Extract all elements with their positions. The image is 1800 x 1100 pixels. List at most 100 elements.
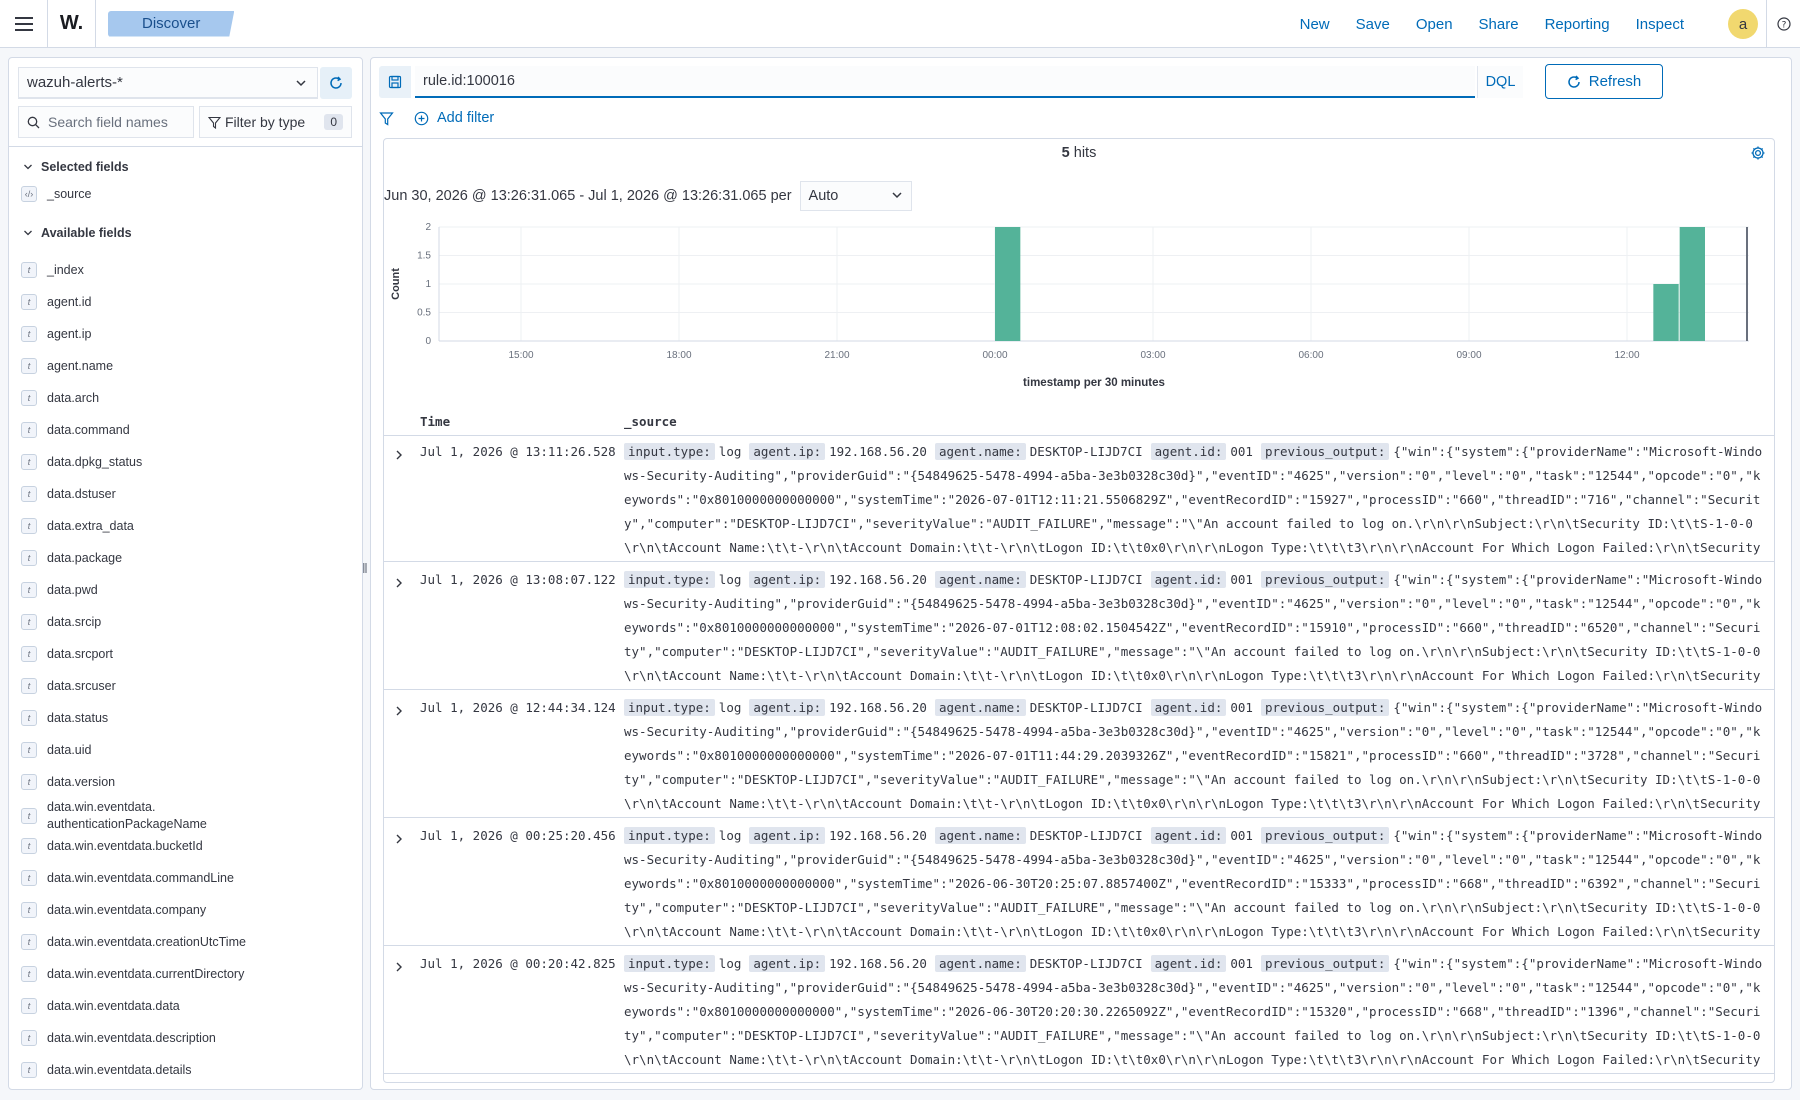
field-item[interactable]: t data.package	[21, 550, 122, 566]
column-time[interactable]: Time	[420, 414, 450, 429]
index-pattern-select[interactable]: wazuh-alerts-*	[18, 67, 318, 99]
field-item[interactable]: t data.status	[21, 710, 108, 726]
sidebar-resize-handle[interactable]: ‖	[362, 560, 368, 576]
reporting-link[interactable]: Reporting	[1545, 16, 1610, 33]
field-item[interactable]: t data.command	[21, 422, 130, 438]
chevron-down-icon	[295, 76, 307, 93]
open-link[interactable]: Open	[1416, 16, 1453, 33]
string-field-icon: t	[21, 966, 37, 982]
discover-main: DQL Refresh Add filter 5 hits Jun 30, 20…	[370, 57, 1792, 1090]
field-name: data.srcuser	[47, 679, 116, 693]
available-fields-toggle[interactable]: Available fields	[23, 226, 132, 240]
string-field-icon: t	[21, 486, 37, 502]
row-timestamp: Jul 1, 2026 @ 13:08:07.122	[420, 572, 616, 587]
saved-queries-button[interactable]	[379, 66, 411, 98]
save-link[interactable]: Save	[1356, 16, 1390, 33]
query-language-button[interactable]: DQL	[1477, 66, 1523, 98]
field-item[interactable]: t agent.ip	[21, 326, 91, 342]
field-item[interactable]: t data.arch	[21, 390, 99, 406]
field-item[interactable]: t data.version	[21, 774, 115, 790]
add-filter-label: Add filter	[437, 110, 495, 126]
selected-fields-toggle[interactable]: Selected fields	[23, 160, 129, 174]
column-source[interactable]: _source	[624, 414, 677, 429]
source-value: DESKTOP-LIJD7CI	[1029, 956, 1143, 971]
wazuh-logo[interactable]: W.	[48, 0, 96, 48]
field-item[interactable]: t data.win.eventdata.currentDirectory	[21, 966, 244, 982]
field-item[interactable]: t data.srcport	[21, 646, 113, 662]
source-value: 001	[1230, 956, 1253, 971]
field-item[interactable]: t data.win.eventdata.commandLine	[21, 870, 234, 886]
available-fields-title: Available fields	[41, 226, 132, 240]
field-item[interactable]: t data.srcip	[21, 614, 101, 630]
gear-icon[interactable]	[1750, 145, 1766, 166]
source-value: 192.168.56.20	[829, 956, 927, 971]
source-key: agent.ip:	[749, 571, 826, 588]
source-value: DESKTOP-LIJD7CI	[1029, 572, 1143, 587]
field-item[interactable]: t data.win.eventdata. authenticationPacka…	[21, 799, 207, 833]
chevron-down-icon	[24, 164, 32, 170]
expand-row-icon[interactable]	[394, 704, 404, 722]
field-item[interactable]: t data.win.eventdata.data	[21, 998, 180, 1014]
expand-row-icon[interactable]	[394, 832, 404, 850]
refresh-icon	[1568, 74, 1580, 88]
field-item[interactable]: t data.srcuser	[21, 678, 116, 694]
field-name: _source	[47, 187, 92, 201]
help-icon[interactable]: ?	[1766, 0, 1800, 48]
source-value: DESKTOP-LIJD7CI	[1029, 444, 1143, 459]
row-timestamp: Jul 1, 2026 @ 12:44:34.124	[420, 700, 616, 715]
x-tick-label: 06:00	[1298, 350, 1323, 361]
index-pattern-value: wazuh-alerts-*	[27, 74, 123, 91]
field-item[interactable]: t data.win.eventdata.description	[21, 1030, 216, 1046]
menu-icon[interactable]	[0, 0, 48, 48]
inspect-link[interactable]: Inspect	[1636, 16, 1684, 33]
filter-icon	[208, 116, 221, 129]
filter-icon[interactable]	[379, 111, 394, 126]
field-item[interactable]: t data.dpkg_status	[21, 454, 142, 470]
row-source: input.type: log agent.ip: 192.168.56.20 agen…	[624, 696, 1764, 814]
filter-by-type-button[interactable]: Filter by type 0	[199, 106, 352, 138]
field-item[interactable]: t data.uid	[21, 742, 91, 758]
refresh-button[interactable]: Refresh	[1545, 64, 1663, 99]
add-filter-button[interactable]: Add filter	[414, 110, 494, 126]
field-item[interactable]: t _index	[21, 262, 84, 278]
source-key: previous_output:	[1260, 571, 1390, 588]
new-link[interactable]: New	[1300, 16, 1330, 33]
field-item[interactable]: t data.extra_data	[21, 518, 134, 534]
source-key: input.type:	[624, 699, 715, 716]
user-avatar[interactable]: a	[1728, 9, 1758, 39]
field-name: data.command	[47, 423, 130, 437]
interval-select[interactable]: Auto	[799, 181, 912, 211]
source-key: agent.id:	[1150, 955, 1227, 972]
chart-bar	[995, 227, 1021, 341]
expand-row-icon[interactable]	[394, 576, 404, 594]
field-item-source[interactable]: ‹/› _source	[21, 186, 91, 202]
x-tick-label: 03:00	[1140, 350, 1165, 361]
field-item[interactable]: t data.win.eventdata.details	[21, 1062, 192, 1078]
field-name: data.version	[47, 775, 116, 789]
source-key: agent.id:	[1150, 443, 1227, 460]
field-item[interactable]: t data.dstuser	[21, 486, 116, 502]
source-value: 192.168.56.20	[829, 444, 927, 459]
string-field-icon: t	[21, 774, 37, 790]
y-tick-label: 1	[425, 279, 431, 290]
string-field-icon: t	[21, 294, 37, 310]
field-name: data.win.eventdata.currentDirectory	[47, 967, 245, 981]
expand-row-icon[interactable]	[394, 448, 404, 466]
field-item[interactable]: t data.win.eventdata.creationUtcTime	[21, 934, 246, 950]
field-search-input[interactable]	[48, 114, 188, 130]
table-row: Jul 1, 2026 @ 13:11:26.528 input.type: log…	[384, 436, 1774, 562]
expand-row-icon[interactable]	[394, 960, 404, 978]
breadcrumb-discover[interactable]: Discover	[108, 10, 235, 37]
refresh-index-button[interactable]	[320, 67, 352, 99]
query-input[interactable]	[423, 73, 1475, 89]
source-value: {"win":{"system":{"providerName":"Micros…	[624, 700, 1763, 811]
field-item[interactable]: t agent.name	[21, 358, 113, 374]
field-item[interactable]: t data.win.eventdata.company	[21, 902, 206, 918]
field-name: agent.name	[47, 359, 114, 373]
share-link[interactable]: Share	[1479, 16, 1519, 33]
field-item[interactable]: t agent.id	[21, 294, 91, 310]
x-tick-label: 00:00	[982, 350, 1007, 361]
field-name: data.package	[47, 551, 123, 565]
field-item[interactable]: t data.win.eventdata.bucketId	[21, 838, 203, 854]
field-item[interactable]: t data.pwd	[21, 582, 98, 598]
